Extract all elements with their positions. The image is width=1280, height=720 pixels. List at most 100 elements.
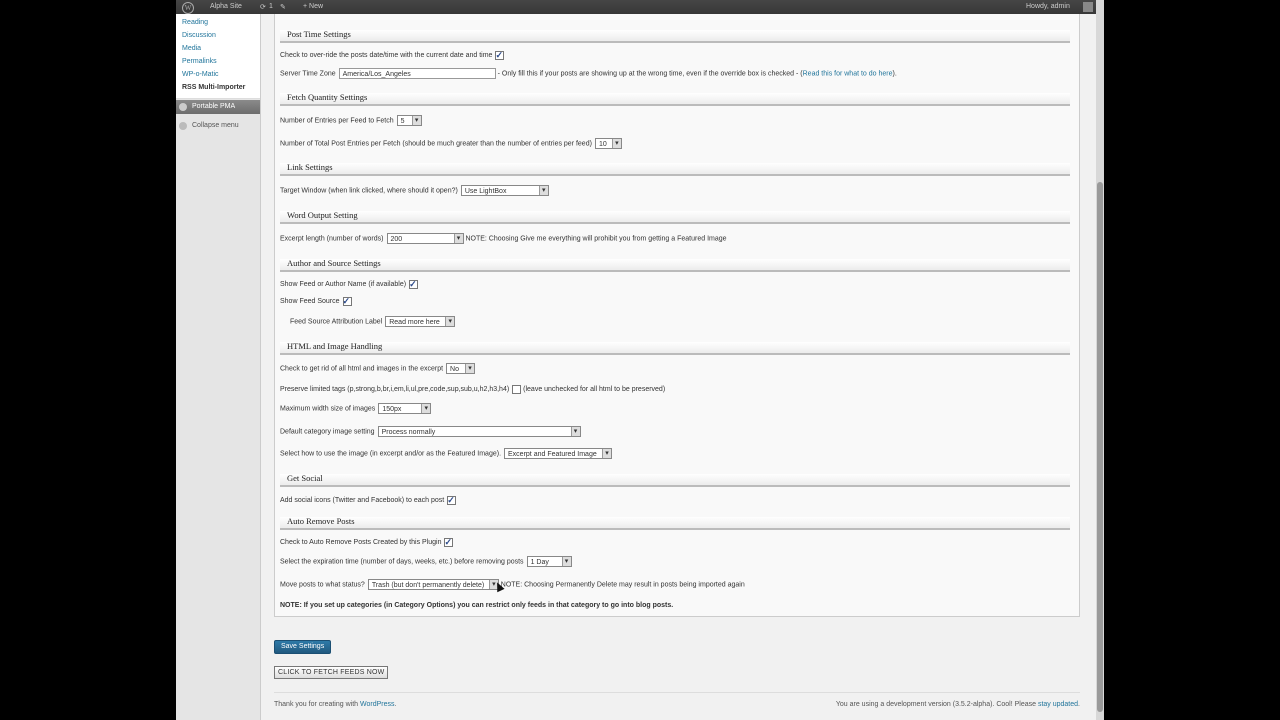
move-status-label: Move posts to what status? — [280, 581, 365, 589]
preserve-tags-note: (leave unchecked for all html to be pres… — [523, 386, 666, 393]
settings-submenu: Reading Discussion Media Permalinks WP-o… — [176, 14, 260, 99]
updates-icon[interactable]: ⟳ — [260, 3, 266, 11]
section-get-social: Get Social — [280, 473, 1070, 487]
total-entries-row: Number of Total Post Entries per Fetch (… — [280, 138, 622, 150]
max-width-row: Maximum width size of images 150px — [280, 403, 432, 415]
preserve-tags-row: Preserve limited tags (p,strong,b,br,i,e… — [280, 384, 665, 396]
entries-per-feed-select[interactable]: 5 — [396, 115, 422, 126]
move-status-select[interactable]: Trash (but don't permanently delete) — [367, 579, 499, 590]
excerpt-length-select[interactable]: 200 — [386, 233, 464, 244]
target-window-select[interactable]: Use LightBox — [460, 185, 549, 196]
auto-remove-label: Check to Auto Remove Posts Created by th… — [280, 539, 442, 546]
scrollbar-thumb[interactable] — [1097, 182, 1103, 712]
sidebar-item-permalinks[interactable]: Permalinks — [176, 55, 260, 68]
footer-thanks-suffix: . — [394, 701, 397, 708]
footer-thanks-prefix: Thank you for creating with — [274, 701, 360, 708]
server-timezone-label: Server Time Zone — [280, 70, 336, 78]
settings-panel: Post Time Settings Check to over-ride th… — [274, 14, 1080, 617]
comments-icon[interactable]: ✎ — [280, 3, 286, 11]
sidebar-item-reading[interactable]: Reading — [176, 16, 260, 29]
section-title: HTML and Image Handling — [287, 341, 383, 351]
section-title: Link Settings — [287, 162, 333, 172]
auto-remove-checkbox[interactable] — [444, 536, 454, 548]
excerpt-length-row: Excerpt length (number of words)200 NOTE… — [280, 233, 727, 245]
category-note-text: NOTE: If you set up categories (in Categ… — [280, 602, 674, 609]
section-auto-remove: Auto Remove Posts — [280, 516, 1070, 530]
show-source-label: Show Feed Source — [280, 298, 340, 305]
default-cat-image-label: Default category image setting — [280, 428, 375, 436]
collapse-menu-label: Collapse menu — [192, 122, 239, 129]
sidebar-item-discussion[interactable]: Discussion — [176, 29, 260, 42]
override-date-row: Check to over-ride the posts date/time w… — [280, 49, 505, 62]
expiration-row: Select the expiration time (number of da… — [280, 556, 572, 568]
expiration-select[interactable]: 1 Day — [526, 556, 572, 567]
avatar[interactable] — [1083, 2, 1093, 12]
server-timezone-note: - Only fill this if your posts are showi… — [497, 70, 803, 78]
sidebar-item-rss-multi-importer[interactable]: RSS Multi-Importer — [176, 81, 260, 94]
section-author-source: Author and Source Settings — [280, 258, 1070, 272]
move-status-note: NOTE: Choosing Permanently Delete may re… — [500, 581, 745, 589]
max-width-select[interactable]: 150px — [378, 403, 432, 414]
site-name-link[interactable]: Alpha Site — [210, 3, 242, 10]
show-author-label: Show Feed or Author Name (if available) — [280, 281, 407, 288]
server-timezone-input[interactable]: America/Los_Angeles — [338, 68, 496, 79]
server-timezone-note-close: ). — [892, 70, 897, 78]
howdy-user-link[interactable]: Howdy, admin — [1026, 3, 1070, 10]
show-author-checkbox[interactable] — [409, 278, 419, 290]
strip-html-row: Check to get rid of all html and images … — [280, 363, 476, 375]
admin-footer: Thank you for creating with WordPress. Y… — [274, 692, 1080, 717]
footer-version: You are using a development version (3.5… — [836, 701, 1080, 708]
footer-version-text: You are using a development version (3.5… — [835, 701, 1038, 708]
timezone-help-link[interactable]: Read this for what to do here — [803, 70, 893, 77]
expiration-label: Select the expiration time (number of da… — [280, 558, 524, 566]
excerpt-note: NOTE: Choosing Give me everything will p… — [465, 235, 727, 243]
new-content-link[interactable]: + New — [303, 3, 323, 10]
attribution-label-select[interactable]: Read more here — [385, 316, 456, 327]
sidebar-item-wp-o-matic[interactable]: WP-o-Matic — [176, 68, 260, 81]
stay-updated-link[interactable]: stay updated — [1038, 701, 1078, 708]
updates-count[interactable]: 1 — [269, 3, 273, 10]
use-image-label: Select how to use the image (in excerpt … — [280, 450, 502, 458]
social-icons-checkbox[interactable] — [447, 494, 457, 506]
footer-version-suffix: . — [1078, 701, 1080, 708]
wordpress-logo-icon[interactable]: W — [182, 2, 194, 14]
show-source-checkbox[interactable] — [342, 295, 352, 307]
use-image-row: Select how to use the image (in excerpt … — [280, 448, 613, 460]
excerpt-length-label: Excerpt length (number of words) — [280, 235, 384, 243]
save-settings-button[interactable]: Save Settings — [274, 640, 332, 654]
section-title: Author and Source Settings — [287, 258, 381, 268]
section-title: Word Output Setting — [287, 210, 358, 220]
move-status-row: Move posts to what status? Trash (but don… — [280, 579, 745, 591]
admin-bar: W Alpha Site ⟳ 1 ✎ + New Howdy, admin — [176, 0, 1104, 14]
database-icon — [179, 103, 187, 111]
preserve-tags-checkbox[interactable] — [512, 384, 522, 394]
server-timezone-row: Server Time Zone America/Los_Angeles - On… — [280, 68, 897, 80]
show-source-row: Show Feed Source — [280, 295, 352, 308]
preserve-tags-label: Preserve limited tags (p,strong,b,br,i,e… — [280, 386, 510, 393]
default-cat-image-select[interactable]: Process normally — [377, 426, 581, 437]
strip-html-select[interactable]: No — [446, 363, 476, 374]
sidebar-item-portable-pma[interactable]: Portable PMA — [176, 100, 260, 114]
target-window-label: Target Window (when link clicked, where … — [280, 187, 458, 195]
social-icons-label: Add social icons (Twitter and Facebook) … — [280, 497, 445, 504]
total-entries-select[interactable]: 10 — [594, 138, 622, 149]
max-width-label: Maximum width size of images — [280, 405, 376, 413]
attribution-label-text: Feed Source Attribution Label — [290, 318, 383, 326]
sidebar-item-label: Portable PMA — [192, 103, 236, 110]
override-date-checkbox[interactable] — [495, 49, 505, 61]
show-author-row: Show Feed or Author Name (if available) — [280, 278, 419, 291]
section-title: Post Time Settings — [287, 29, 351, 39]
attribution-label-row: Feed Source Attribution Label Read more h… — [290, 316, 456, 328]
entries-per-feed-row: Number of Entries per Feed to Fetch 5 — [280, 115, 422, 127]
wordpress-link[interactable]: WordPress — [360, 701, 395, 708]
browser-viewport: W Alpha Site ⟳ 1 ✎ + New Howdy, admin Re… — [176, 0, 1104, 720]
footer-thanks: Thank you for creating with WordPress. — [274, 701, 396, 708]
sidebar-item-media[interactable]: Media — [176, 42, 260, 55]
fetch-feeds-now-button[interactable]: CLICK TO FETCH FEEDS NOW — [274, 666, 389, 679]
section-title: Fetch Quantity Settings — [287, 92, 368, 102]
collapse-menu-button[interactable]: Collapse menu — [176, 119, 260, 133]
use-image-select[interactable]: Excerpt and Featured Image — [504, 448, 613, 459]
default-cat-image-row: Default category image setting Process no… — [280, 426, 581, 438]
override-date-label: Check to over-ride the posts date/time w… — [280, 52, 493, 59]
strip-html-label: Check to get rid of all html and images … — [280, 365, 444, 373]
